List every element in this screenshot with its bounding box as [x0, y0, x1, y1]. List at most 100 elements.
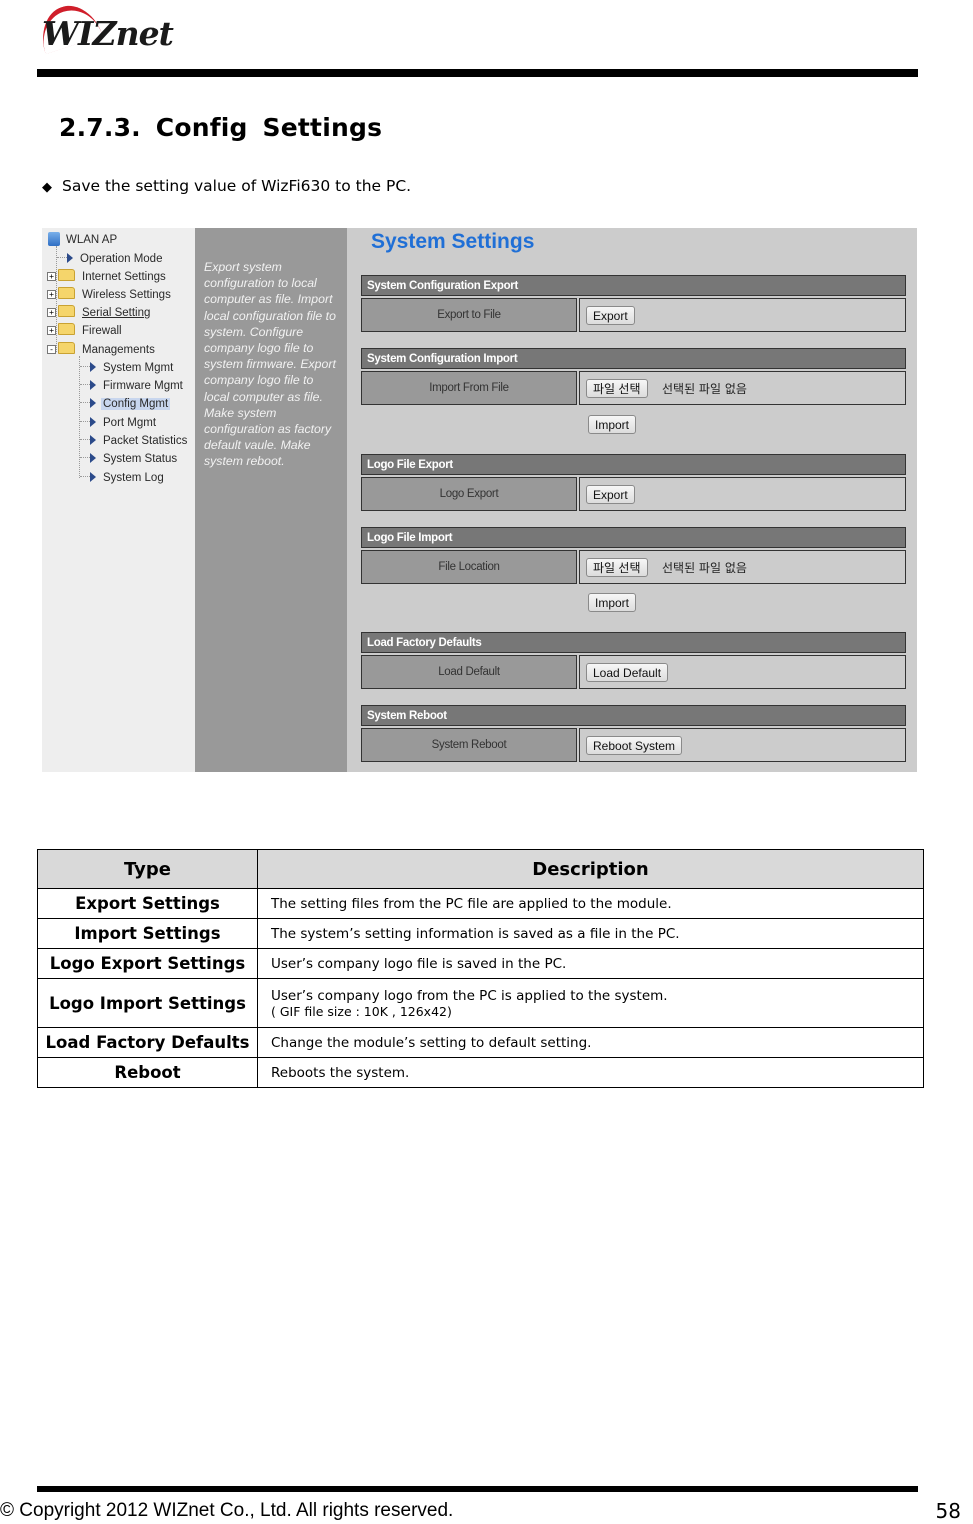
file-status: 선택된 파일 없음 [662, 382, 747, 396]
collapse-icon[interactable]: - [47, 345, 56, 354]
row-value: Export [579, 298, 906, 332]
row-value: 파일 선택 선택된 파일 없음 [579, 371, 906, 405]
import-config-button[interactable]: Import [588, 415, 637, 434]
header-rule [37, 69, 918, 77]
setting-row: Import From File 파일 선택 선택된 파일 없음 [361, 371, 906, 405]
choose-file-button[interactable]: 파일 선택 [586, 379, 648, 398]
wiznet-logo: WIZnet [33, 0, 198, 56]
description-line: ( GIF file size : 10K , 126x42) [271, 1003, 452, 1019]
tree-item-system-status[interactable]: System Status [80, 451, 179, 467]
row-value: Load Default [579, 655, 906, 689]
setting-row: Load Default Load Default [361, 655, 906, 689]
choose-logo-file-button[interactable]: 파일 선택 [586, 558, 648, 577]
file-status: 선택된 파일 없음 [662, 561, 747, 575]
tree-item-system-mgmt[interactable]: System Mgmt [80, 360, 175, 376]
description-cell: Reboots the system. [257, 1057, 924, 1088]
table-row: Logo Export Settings User’s company logo… [37, 948, 924, 979]
arrow-right-icon [90, 472, 96, 482]
import-logo-button[interactable]: Import [588, 593, 637, 612]
row-label: Logo Export [361, 477, 577, 511]
section-header: Load Factory Defaults [361, 632, 906, 653]
expand-icon[interactable]: + [47, 272, 56, 281]
description-cell: User’s company logo file is saved in the… [257, 948, 924, 979]
section-config-export: System Configuration Export Export to Fi… [361, 275, 906, 332]
setting-row: Logo Export Export [361, 477, 906, 511]
tree-item-packet-statistics[interactable]: Packet Statistics [80, 433, 189, 449]
expand-icon[interactable]: + [47, 290, 56, 299]
reboot-system-button[interactable]: Reboot System [586, 736, 683, 755]
logo-text: WIZnet [42, 14, 174, 53]
help-text: Export system configuration to local com… [204, 260, 336, 469]
row-value: 파일 선택 선택된 파일 없음 [579, 550, 906, 584]
tree-item-firmware-mgmt[interactable]: Firmware Mgmt [80, 378, 185, 394]
export-logo-button[interactable]: Export [586, 485, 635, 504]
tree-item-wireless-settings[interactable]: + Wireless Settings [47, 287, 173, 303]
row-label: System Reboot [361, 728, 577, 762]
arrow-right-icon [90, 453, 96, 463]
tree-item-system-log[interactable]: System Log [80, 470, 166, 486]
column-header-description: Description [257, 849, 924, 889]
nav-tree: WLAN AP Operation Mode + Internet Setting… [42, 228, 195, 772]
help-panel: Export system configuration to local com… [195, 228, 347, 772]
section-header: Logo File Import [361, 527, 906, 548]
folder-icon [58, 269, 75, 281]
description-cell: The setting files from the PC file are a… [257, 888, 924, 919]
system-settings-screenshot: WLAN AP Operation Mode + Internet Setting… [42, 228, 917, 772]
tree-item-config-mgmt[interactable]: Config Mgmt [80, 396, 171, 412]
setting-row: System Reboot Reboot System [361, 728, 906, 762]
tree-root-wlan-ap[interactable]: WLAN AP [48, 232, 119, 248]
row-value: Export [579, 477, 906, 511]
tree-item-port-mgmt[interactable]: Port Mgmt [80, 415, 158, 431]
footer-rule [37, 1486, 918, 1492]
load-default-button[interactable]: Load Default [586, 663, 669, 682]
section-header: System Configuration Export [361, 275, 906, 296]
arrow-right-icon [90, 398, 96, 408]
type-cell: Logo Export Settings [37, 948, 258, 979]
table-row: Export Settings The setting files from t… [37, 888, 924, 919]
tree-item-firewall[interactable]: + Firewall [47, 323, 124, 339]
section-logo-export: Logo File Export Logo Export Export [361, 454, 906, 511]
expand-icon[interactable]: + [47, 308, 56, 317]
tree-item-internet-settings[interactable]: + Internet Settings [47, 269, 168, 285]
type-cell: Reboot [37, 1057, 258, 1088]
table-row: Reboot Reboots the system. [37, 1057, 924, 1088]
table-row: Load Factory Defaults Change the module’… [37, 1027, 924, 1058]
section-logo-import: Logo File Import File Location 파일 선택 선택된… [361, 527, 906, 584]
arrow-right-icon [67, 253, 73, 263]
row-label: Export to File [361, 298, 577, 332]
section-config-import: System Configuration Import Import From … [361, 348, 906, 405]
row-label: Import From File [361, 371, 577, 405]
intro-text: Save the setting value of WizFi630 to th… [62, 177, 412, 195]
description-cell: The system’s setting information is save… [257, 918, 924, 949]
intro-bullet: ◆ Save the setting value of WizFi630 to t… [42, 177, 411, 195]
folder-icon [58, 323, 75, 335]
row-value: Reboot System [579, 728, 906, 762]
type-cell: Load Factory Defaults [37, 1027, 258, 1058]
tree-item-managements[interactable]: - Managements [47, 342, 157, 358]
arrow-right-icon [90, 380, 96, 390]
table-row: Import Settings The system’s setting inf… [37, 918, 924, 949]
setting-row: File Location 파일 선택 선택된 파일 없음 [361, 550, 906, 584]
folder-icon [58, 287, 75, 299]
expand-icon[interactable]: + [47, 326, 56, 335]
table-row: Logo Import Settings User’s company logo… [37, 978, 924, 1028]
export-config-button[interactable]: Export [586, 306, 635, 325]
column-header-type: Type [37, 849, 258, 889]
description-table: Type Description Export Settings The set… [37, 849, 924, 1088]
section-header: System Configuration Import [361, 348, 906, 369]
type-cell: Export Settings [37, 888, 258, 919]
copyright-text: © Copyright 2012 WIZnet Co., Ltd. All ri… [0, 1500, 454, 1521]
description-line: User’s company logo from the PC is appli… [271, 987, 668, 1004]
row-label: Load Default [361, 655, 577, 689]
section-header: Logo File Export [361, 454, 906, 475]
tree-item-operation-mode[interactable]: Operation Mode [57, 251, 164, 267]
section-factory-defaults: Load Factory Defaults Load Default Load … [361, 632, 906, 689]
tree-item-serial-setting[interactable]: + Serial Setting [47, 305, 152, 321]
arrow-right-icon [90, 435, 96, 445]
arrow-right-icon [90, 417, 96, 427]
page-number: 58 [935, 1499, 961, 1523]
description-cell: User’s company logo from the PC is appli… [257, 978, 924, 1028]
table-header-row: Type Description [37, 849, 924, 889]
row-label: File Location [361, 550, 577, 584]
computer-icon [48, 232, 60, 246]
